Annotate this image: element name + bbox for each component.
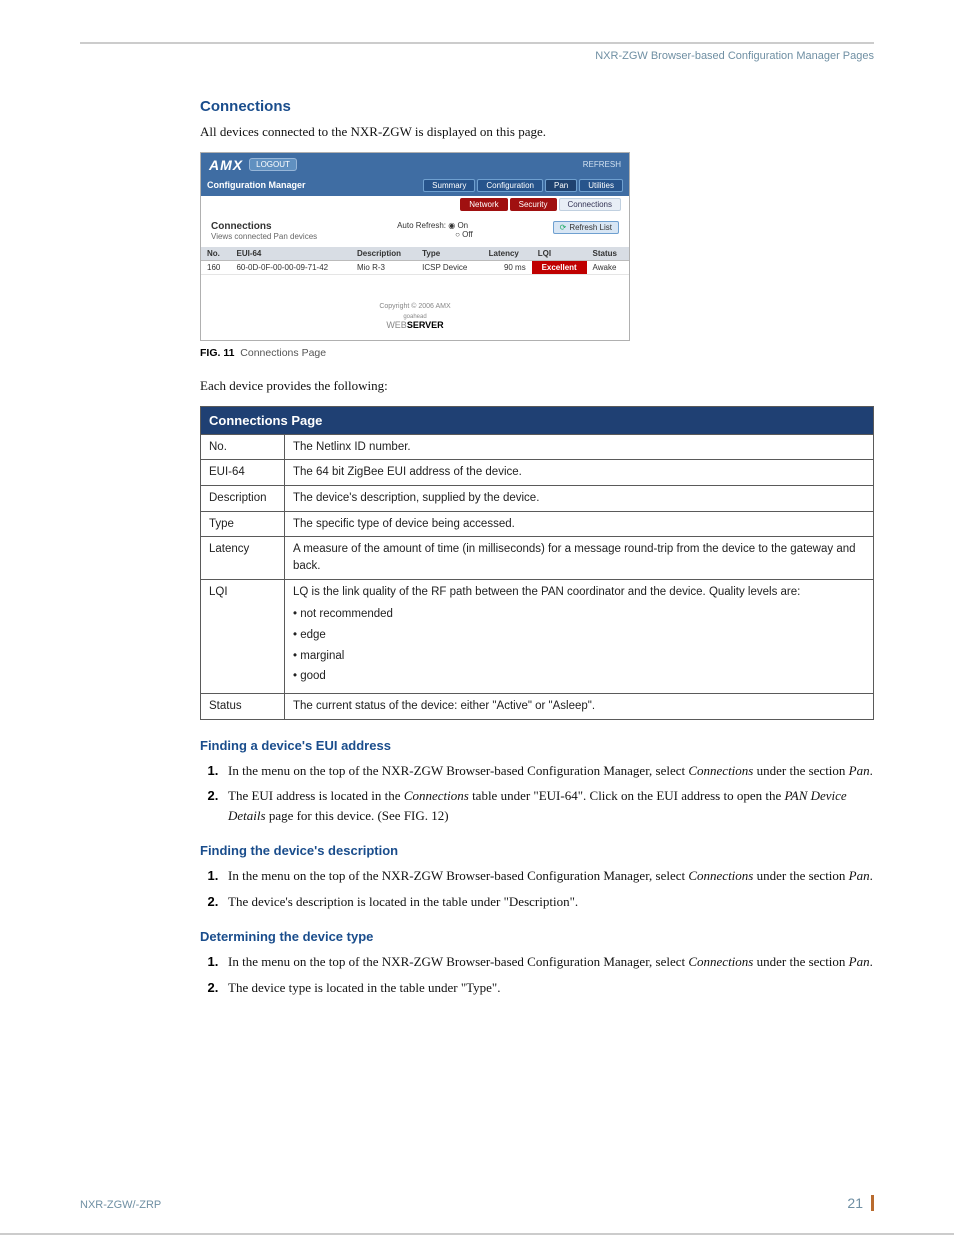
panel-subtitle: Views connected Pan devices (211, 232, 317, 241)
list-item: In the menu on the top of the NXR-ZGW Br… (222, 761, 874, 781)
subtab-connections[interactable]: Connections (559, 198, 621, 211)
connections-table: No. EUI-64 Description Type Latency LQI … (201, 247, 629, 275)
tab-pan[interactable]: Pan (545, 179, 577, 192)
steps-list: In the menu on the top of the NXR-ZGW Br… (200, 761, 874, 826)
subsection-title: Finding a device's EUI address (200, 738, 874, 753)
list-item: In the menu on the top of the NXR-ZGW Br… (222, 952, 874, 972)
tab-summary[interactable]: Summary (423, 179, 475, 192)
figure-screenshot: AMX LOGOUT REFRESH Configuration Manager… (200, 152, 630, 341)
section-intro: All devices connected to the NXR-ZGW is … (200, 123, 874, 142)
col-latency: Latency (483, 247, 532, 261)
running-header: NXR-ZGW Browser-based Configuration Mana… (80, 50, 874, 62)
list-item: The EUI address is located in the Connec… (222, 786, 874, 825)
col-no: No. (201, 247, 230, 261)
steps-list: In the menu on the top of the NXR-ZGW Br… (200, 952, 874, 997)
copyright: Copyright © 2006 AMX (201, 303, 629, 310)
auto-refresh-on[interactable]: ◉ On (448, 221, 468, 230)
refresh-icon: ⟳ (560, 223, 567, 232)
section-title: Connections (200, 98, 874, 115)
app-title: Configuration Manager (207, 180, 306, 190)
table-header: Connections Page (201, 406, 874, 434)
subsection-title: Determining the device type (200, 929, 874, 944)
subtab-security[interactable]: Security (510, 198, 557, 211)
refresh-icon[interactable]: REFRESH (583, 160, 621, 169)
subtab-network[interactable]: Network (460, 198, 507, 211)
figure-caption: FIG. 11 Connections Page (200, 347, 874, 359)
connections-page-table: Connections Page No.The Netlinx ID numbe… (200, 406, 874, 720)
list-item: The device type is located in the table … (222, 978, 874, 998)
footer-product: NXR-ZGW/-ZRP (80, 1199, 161, 1211)
steps-list: In the menu on the top of the NXR-ZGW Br… (200, 866, 874, 911)
logout-button[interactable]: LOGOUT (249, 158, 297, 171)
col-eui: EUI-64 (230, 247, 350, 261)
subsection-title: Finding the device's description (200, 843, 874, 858)
tab-configuration[interactable]: Configuration (477, 179, 543, 192)
list-item: The device's description is located in t… (222, 892, 874, 912)
tab-utilities[interactable]: Utilities (579, 179, 623, 192)
amx-logo: AMX (209, 157, 243, 173)
webserver-logo: goahead WEBSERVER (201, 314, 629, 330)
panel-title: Connections (211, 221, 317, 232)
col-type: Type (416, 247, 483, 261)
auto-refresh-off[interactable]: ○ Off (455, 230, 473, 239)
refresh-list-button[interactable]: ⟳ Refresh List (553, 221, 619, 234)
col-status: Status (587, 247, 629, 261)
list-item: In the menu on the top of the NXR-ZGW Br… (222, 866, 874, 886)
col-lqi: LQI (532, 247, 587, 261)
page-number: 21 (847, 1195, 863, 1211)
col-desc: Description (351, 247, 416, 261)
auto-refresh-label: Auto Refresh: (397, 221, 446, 230)
after-fig-text: Each device provides the following: (200, 377, 874, 396)
table-row[interactable]: 160 60-0D-0F-00-00-09-71-42 Mio R-3 ICSP… (201, 260, 629, 274)
